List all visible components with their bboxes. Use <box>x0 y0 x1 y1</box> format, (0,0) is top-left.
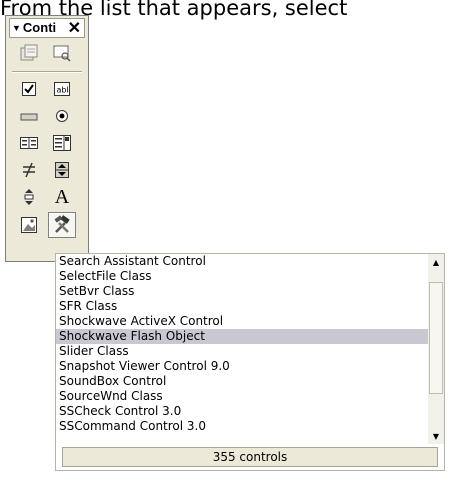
image-icon[interactable] <box>15 212 43 238</box>
view-code-icon[interactable] <box>48 40 76 66</box>
list-item[interactable]: Snapshot Viewer Control 9.0 <box>56 359 428 374</box>
list-item[interactable]: SSCommand Control 3.0 <box>56 419 428 434</box>
list-item[interactable]: SSCheck Control 3.0 <box>56 404 428 419</box>
controls-count-status: 355 controls <box>62 447 438 467</box>
spin-button-icon[interactable] <box>48 157 76 183</box>
toolbox-title: Conti <box>22 20 57 35</box>
list-item[interactable]: Slider Class <box>56 344 428 359</box>
vertical-scrollbar[interactable]: ▲ ▼ <box>428 254 444 444</box>
more-controls-icon[interactable] <box>48 212 76 238</box>
control-toolbox: ▼ Conti ✕ abl A <box>5 15 89 262</box>
list-item[interactable]: Search Assistant Control <box>56 254 428 269</box>
checkbox-icon[interactable] <box>15 76 43 102</box>
label-icon[interactable]: A <box>48 184 76 210</box>
close-icon[interactable]: ✕ <box>68 21 81 37</box>
list-item[interactable]: SoundBox Control <box>56 374 428 389</box>
list-item[interactable]: Shockwave Flash Object <box>56 329 428 344</box>
scroll-down-icon[interactable]: ▼ <box>428 428 444 444</box>
list-item[interactable]: Shockwave ActiveX Control <box>56 314 428 329</box>
list-item[interactable]: SourceWnd Class <box>56 389 428 404</box>
dropdown-arrow-icon[interactable]: ▼ <box>12 23 21 33</box>
scroll-thumb[interactable] <box>429 282 443 394</box>
listbox-icon[interactable] <box>15 130 43 156</box>
controls-list[interactable]: Search Assistant Control SelectFile Class… <box>56 254 428 444</box>
scrollbar-icon[interactable] <box>15 184 43 210</box>
properties-icon[interactable] <box>15 40 43 66</box>
combobox-icon[interactable] <box>48 130 76 156</box>
toolbox-separator <box>12 71 82 73</box>
button-icon[interactable] <box>15 103 43 129</box>
list-item[interactable]: SetBvr Class <box>56 284 428 299</box>
control-listbox: Search Assistant Control SelectFile Class… <box>55 253 445 471</box>
toggle-button-icon[interactable] <box>15 157 43 183</box>
textbox-icon[interactable]: abl <box>48 76 76 102</box>
list-item[interactable]: SelectFile Class <box>56 269 428 284</box>
scroll-up-icon[interactable]: ▲ <box>428 254 444 270</box>
svg-text:abl: abl <box>57 86 69 95</box>
radio-button-icon[interactable] <box>48 103 76 129</box>
list-item[interactable]: SFR Class <box>56 299 428 314</box>
toolbox-title-bar[interactable]: ▼ Conti ✕ <box>9 18 85 38</box>
